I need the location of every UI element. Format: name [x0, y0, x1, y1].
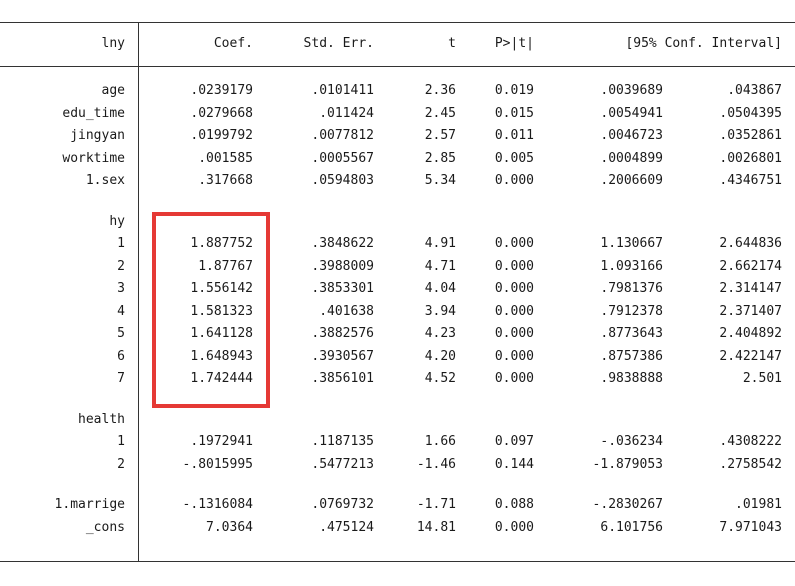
row-label: 3 [117, 281, 125, 296]
value-cell: 0.019 [494, 83, 534, 98]
value-cell: .0004899 [600, 150, 663, 166]
value-cell: 0.000 [494, 519, 534, 535]
row-label: 1 [117, 434, 125, 449]
value-cell: 6.101756 [600, 519, 663, 535]
row-label: worktime [62, 150, 125, 166]
value-cell: -.8015995 [182, 456, 253, 472]
value-cell: 1.093166 [600, 258, 663, 274]
top-rule [0, 22, 795, 23]
value-cell: 2.644836 [719, 236, 782, 251]
value-cell: .2758542 [719, 456, 782, 472]
value-cell: 0.000 [494, 236, 534, 251]
header-rule [0, 66, 795, 67]
value-cell: 2.404892 [719, 326, 782, 341]
value-cell: -.036234 [600, 434, 663, 449]
value-cell: 0.144 [494, 456, 534, 472]
value-cell: -1.879053 [592, 456, 663, 472]
header-cell: Std. Err. [303, 36, 374, 51]
column-divider [138, 22, 139, 561]
value-cell: .8773643 [600, 326, 663, 341]
value-cell: 0.015 [494, 105, 534, 121]
value-cell: 2.422147 [719, 348, 782, 364]
value-cell: .2006609 [600, 173, 663, 188]
value-cell: 0.000 [494, 173, 534, 188]
value-cell: .0054941 [600, 105, 663, 121]
value-cell: .01981 [735, 497, 782, 512]
value-cell: .0239179 [190, 83, 253, 98]
row-label: edu_time [62, 105, 125, 121]
value-cell: 0.000 [494, 348, 534, 364]
row-label: 5 [117, 326, 125, 341]
row-label: age [101, 83, 125, 98]
header-cell: [95% Conf. Interval] [625, 36, 782, 51]
value-cell: 0.000 [494, 281, 534, 296]
row-label: 4 [117, 303, 125, 319]
value-cell: 0.000 [494, 326, 534, 341]
value-cell: .0026801 [719, 150, 782, 166]
row-label: 6 [117, 348, 125, 364]
value-cell: 2.371407 [719, 303, 782, 319]
value-cell: .1972941 [190, 434, 253, 449]
value-cell: .043867 [727, 83, 782, 98]
value-cell: 7.971043 [719, 519, 782, 535]
value-cell: .0199792 [190, 128, 253, 143]
value-cell: 2.662174 [719, 258, 782, 274]
value-cell: 0.097 [494, 434, 534, 449]
value-cell: 0.000 [494, 303, 534, 319]
value-cell: .0046723 [600, 128, 663, 143]
value-cell: .4308222 [719, 434, 782, 449]
value-cell: 0.005 [494, 150, 534, 166]
header-cell: t [448, 36, 456, 51]
row-label: 7 [117, 371, 125, 386]
value-cell: 0.088 [494, 497, 534, 512]
row-label: _cons [85, 519, 125, 535]
bottom-rule [0, 561, 795, 562]
row-label: 2 [117, 258, 125, 274]
row-label: 1 [117, 236, 125, 251]
value-cell: 0.011 [494, 128, 534, 143]
value-cell: .4346751 [719, 173, 782, 188]
value-cell: 2.501 [742, 371, 782, 386]
value-cell: 2.314147 [719, 281, 782, 296]
value-cell: .0352861 [719, 128, 782, 143]
header-cell: Coef. [213, 36, 253, 51]
value-cell: 1.130667 [600, 236, 663, 251]
value-cell: .7912378 [600, 303, 663, 319]
value-cell: 0.000 [494, 371, 534, 386]
value-cell: .7981376 [600, 281, 663, 296]
value-cell: .0039689 [600, 83, 663, 98]
section-label: health [78, 411, 125, 427]
value-cell: .9838888 [600, 371, 663, 386]
regression-table: lny Coef. Std. Err. t P>|t| [95% Conf. Interv… [0, 0, 795, 586]
header-cell: lny [101, 36, 125, 51]
value-cell: .0279668 [190, 105, 253, 121]
value-cell: -.2830267 [592, 497, 663, 512]
value-cell: .317668 [198, 173, 253, 188]
value-cell: .0504395 [719, 105, 782, 121]
value-cell: .001585 [198, 150, 253, 166]
row-label: 1.sex [85, 173, 125, 188]
value-cell: .8757386 [600, 348, 663, 364]
value-cell: -.1316084 [182, 497, 253, 512]
value-cell: 7.0364 [206, 519, 253, 535]
value-cell: 0.000 [494, 258, 534, 274]
row-label: 2 [117, 456, 125, 472]
coef-highlight-box [152, 212, 270, 408]
section-label: hy [109, 213, 125, 229]
row-label: 1.marrige [54, 497, 125, 512]
row-label: jingyan [70, 128, 125, 143]
